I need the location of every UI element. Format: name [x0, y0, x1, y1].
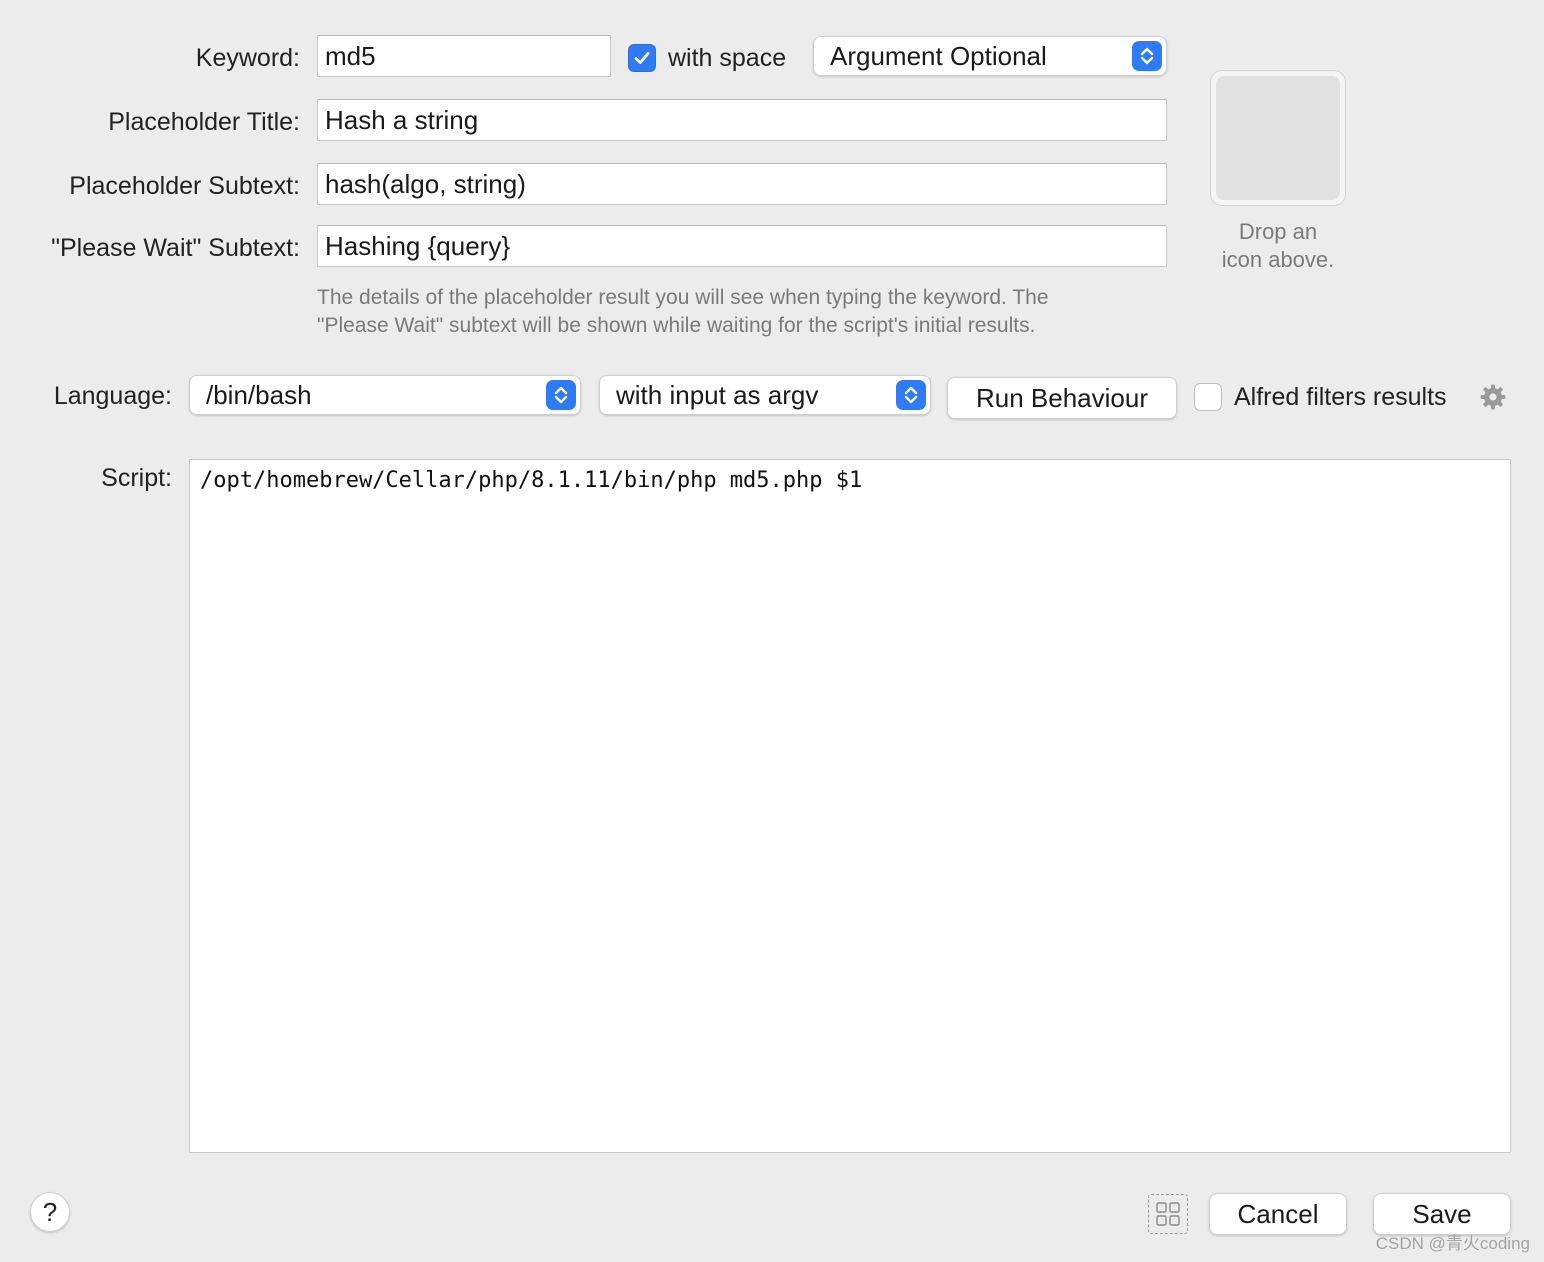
language-label: Language:: [53, 382, 172, 410]
cancel-button[interactable]: Cancel: [1209, 1193, 1347, 1235]
keyword-label: Keyword:: [195, 44, 300, 72]
checkmark-icon: [634, 52, 650, 64]
gear-icon[interactable]: [1479, 383, 1507, 411]
run-behaviour-button[interactable]: Run Behaviour: [947, 377, 1177, 419]
script-label: Script:: [101, 464, 172, 492]
placeholder-hint-line1: The details of the placeholder result yo…: [317, 286, 1049, 309]
keyword-input[interactable]: md5: [317, 35, 611, 77]
grid-toggle-button[interactable]: [1148, 1194, 1188, 1234]
icon-well-caption: Drop an icon above.: [1200, 218, 1356, 274]
icon-well-caption-line2: icon above.: [1221, 247, 1335, 272]
with-space-checkbox[interactable]: [628, 44, 656, 72]
input-mode-value: with input as argv: [616, 379, 819, 410]
argument-mode-value: Argument Optional: [830, 40, 1047, 71]
alfred-filters-label[interactable]: Alfred filters results: [1234, 383, 1447, 412]
argument-mode-select[interactable]: Argument Optional: [813, 36, 1167, 76]
help-icon: ?: [42, 1196, 58, 1227]
placeholder-hint-line2: "Please Wait" subtext will be shown whil…: [317, 314, 1036, 337]
language-value: /bin/bash: [206, 379, 312, 410]
script-editor[interactable]: /opt/homebrew/Cellar/php/8.1.11/bin/php …: [189, 459, 1511, 1153]
placeholder-hint: The details of the placeholder result yo…: [317, 284, 1177, 340]
chevron-updown-icon: [1132, 41, 1162, 71]
chevron-updown-icon: [546, 380, 576, 410]
icon-drop-area: [1216, 76, 1340, 200]
watermark: CSDN @青火coding: [1375, 1234, 1530, 1253]
alfred-filters-checkbox[interactable]: [1194, 383, 1222, 411]
chevron-updown-icon: [896, 380, 926, 410]
with-space-label[interactable]: with space: [668, 44, 786, 73]
grid-icon: [1156, 1202, 1180, 1226]
please-wait-label: "Please Wait" Subtext:: [51, 234, 300, 262]
placeholder-subtext-label: Placeholder Subtext:: [69, 172, 300, 200]
icon-well-caption-line1: Drop an: [1238, 219, 1318, 244]
icon-drop-well[interactable]: [1210, 70, 1346, 206]
placeholder-title-input[interactable]: Hash a string: [317, 99, 1167, 141]
placeholder-title-label: Placeholder Title:: [108, 108, 300, 136]
language-select[interactable]: /bin/bash: [189, 375, 581, 415]
placeholder-subtext-input[interactable]: hash(algo, string): [317, 163, 1167, 205]
input-mode-select[interactable]: with input as argv: [599, 375, 931, 415]
please-wait-input[interactable]: Hashing {query}: [317, 225, 1167, 267]
help-button[interactable]: ?: [30, 1192, 70, 1232]
